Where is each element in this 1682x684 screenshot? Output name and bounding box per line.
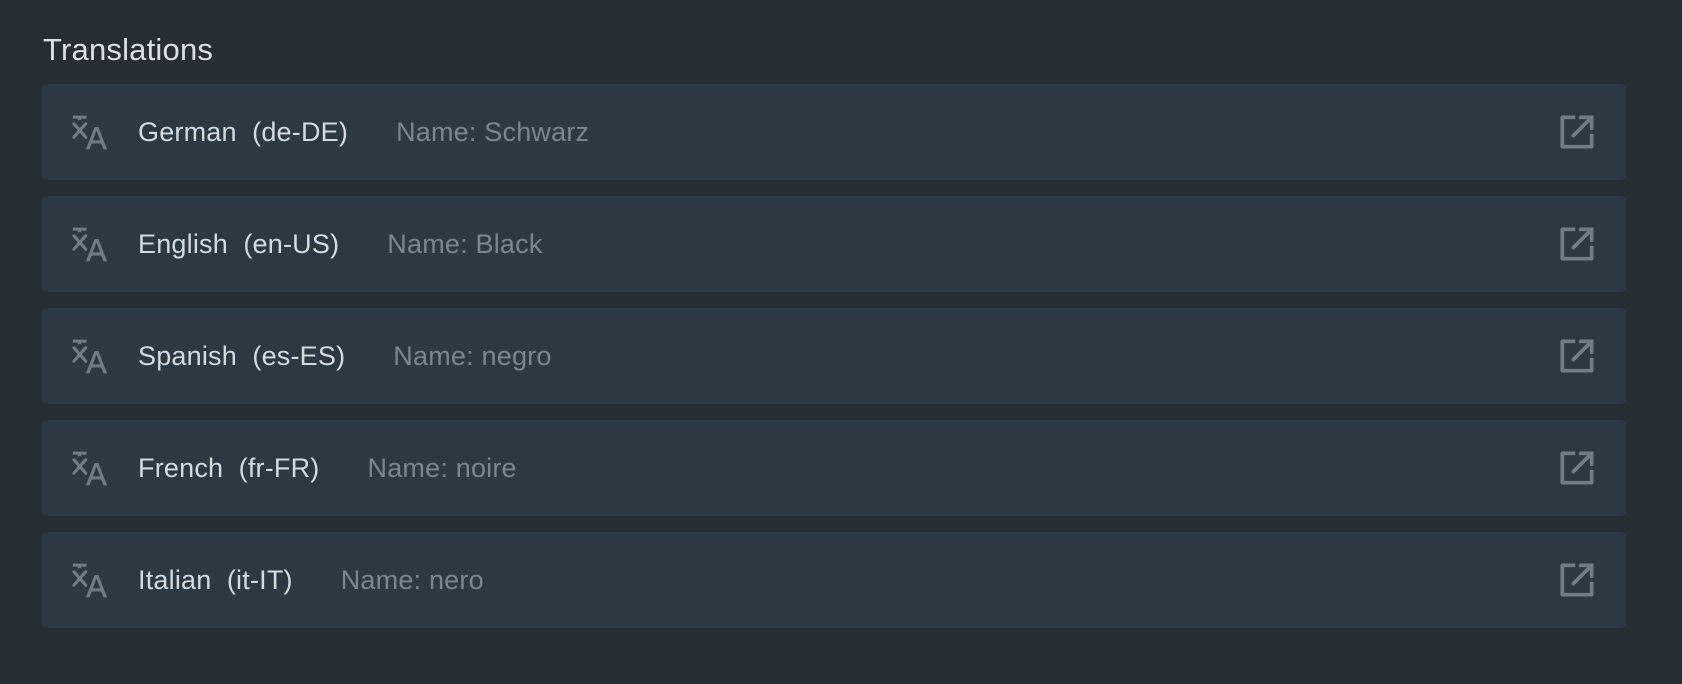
translation-row-en: English (en-US) Name: Black bbox=[42, 196, 1626, 292]
translate-icon bbox=[72, 115, 108, 150]
translate-icon bbox=[72, 339, 108, 374]
language-label: English (en-US) bbox=[138, 228, 340, 259]
open-in-new-icon[interactable] bbox=[1555, 334, 1599, 378]
translate-icon bbox=[72, 227, 108, 262]
translate-icon bbox=[72, 451, 108, 486]
open-in-new-icon[interactable] bbox=[1555, 558, 1599, 602]
translation-row-fr: French (fr-FR) Name: noire bbox=[42, 420, 1626, 516]
translation-name: Name: noire bbox=[367, 452, 517, 483]
translations-list: German (de-DE) Name: Schwarz English (en… bbox=[42, 84, 1626, 628]
translation-name: Name: Black bbox=[387, 228, 543, 259]
translation-name: Name: Schwarz bbox=[396, 116, 590, 147]
open-in-new-icon[interactable] bbox=[1555, 446, 1599, 490]
language-label: Spanish (es-ES) bbox=[138, 340, 346, 371]
language-label: German (de-DE) bbox=[138, 116, 349, 147]
language-label: French (fr-FR) bbox=[138, 452, 320, 483]
language-label: Italian (it-IT) bbox=[138, 564, 293, 595]
translate-icon bbox=[72, 563, 108, 598]
translation-row-es: Spanish (es-ES) Name: negro bbox=[42, 308, 1626, 404]
translation-row-it: Italian (it-IT) Name: nero bbox=[42, 532, 1626, 628]
section-title: Translations bbox=[43, 32, 214, 67]
open-in-new-icon[interactable] bbox=[1555, 110, 1599, 154]
open-in-new-icon[interactable] bbox=[1555, 222, 1599, 266]
translation-name: Name: nero bbox=[340, 564, 484, 595]
translation-row-de: German (de-DE) Name: Schwarz bbox=[42, 84, 1626, 180]
translation-name: Name: negro bbox=[393, 340, 552, 371]
